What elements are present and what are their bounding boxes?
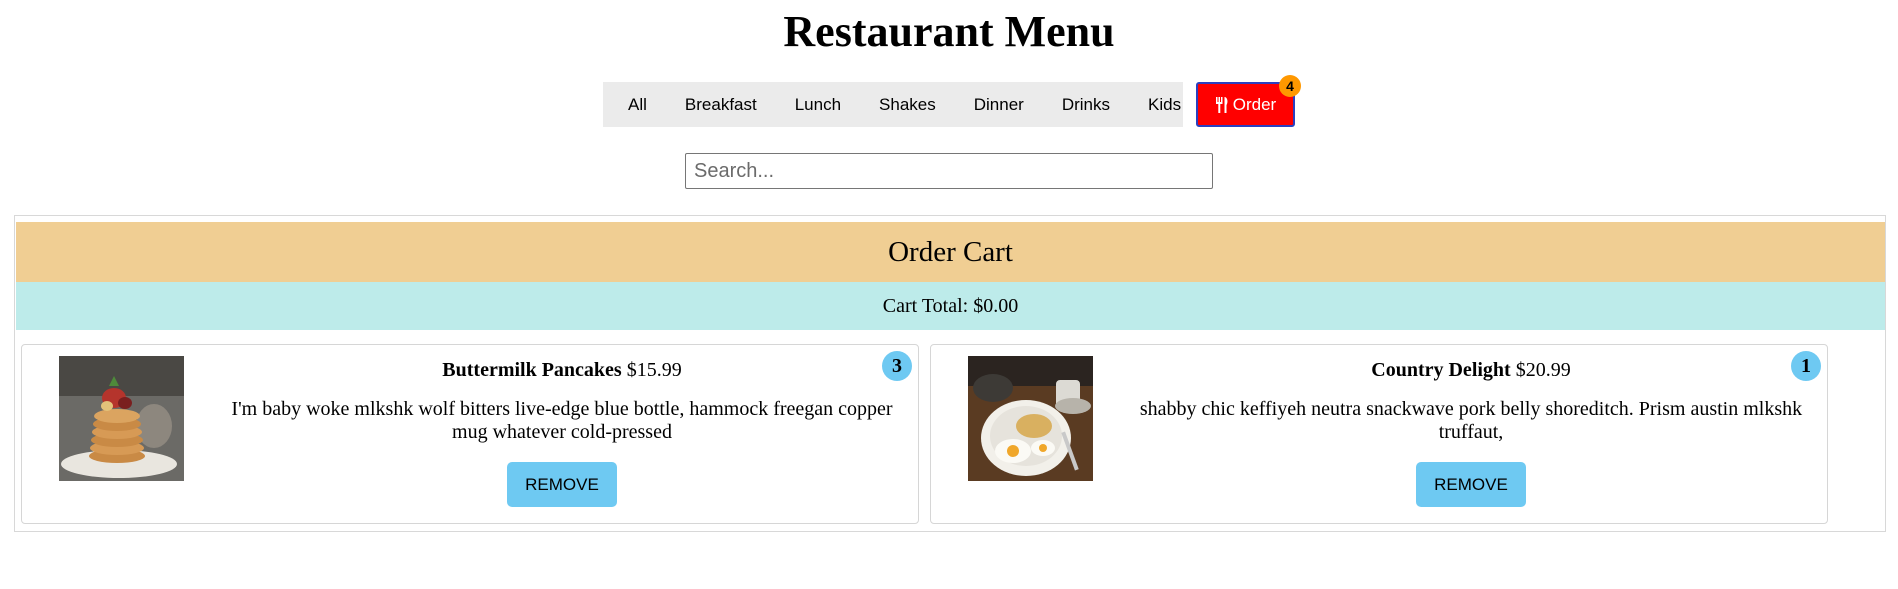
quantity-badge: 1 xyxy=(1791,351,1821,381)
item-description: shabby chic keffiyeh neutra snackwave po… xyxy=(1139,398,1803,443)
cart-item-title: Country Delight $20.99 xyxy=(1126,357,1816,383)
nav-item-lunch[interactable]: Lunch xyxy=(776,82,860,127)
remove-button[interactable]: REMOVE xyxy=(507,462,617,507)
search-input[interactable] xyxy=(685,153,1213,189)
breakfast-plate-photo xyxy=(968,356,1093,481)
fork-knife-icon xyxy=(1215,96,1229,113)
order-button-label: Order xyxy=(1232,94,1277,114)
item-description: I'm baby woke mlkshk wolf bitters live-e… xyxy=(231,398,893,443)
nav-item-all[interactable]: All xyxy=(609,82,666,127)
nav-item-dinner[interactable]: Dinner xyxy=(955,82,1043,127)
order-cart: Order Cart Cart Total: $0.00 Buttermilk … xyxy=(14,215,1886,532)
nav-item-kids[interactable]: Kids xyxy=(1129,82,1200,127)
quantity-badge: 3 xyxy=(882,351,912,381)
cart-header: Order Cart xyxy=(16,222,1885,282)
cart-item-details: Buttermilk Pancakes $15.99 I'm baby woke… xyxy=(217,357,907,507)
item-price: $20.99 xyxy=(1515,359,1571,381)
cart-item-card: Buttermilk Pancakes $15.99 I'm baby woke… xyxy=(21,344,919,524)
item-price: $15.99 xyxy=(626,359,682,381)
item-name: Buttermilk Pancakes xyxy=(442,359,622,381)
category-nav: All Breakfast Lunch Shakes Dinner Drinks… xyxy=(603,82,1183,127)
order-count-badge: 4 xyxy=(1279,75,1301,97)
item-name: Country Delight xyxy=(1371,359,1511,381)
cart-item-card: Country Delight $20.99 shabby chic keffi… xyxy=(930,344,1828,524)
cart-total: Cart Total: $0.00 xyxy=(16,282,1885,330)
cart-item-details: Country Delight $20.99 shabby chic keffi… xyxy=(1126,357,1816,507)
pancakes-photo xyxy=(59,356,184,481)
page-title: Restaurant Menu xyxy=(783,7,1115,56)
nav-item-breakfast[interactable]: Breakfast xyxy=(666,82,776,127)
remove-button[interactable]: REMOVE xyxy=(1416,462,1526,507)
cart-item-title: Buttermilk Pancakes $15.99 xyxy=(217,357,907,383)
nav-item-shakes[interactable]: Shakes xyxy=(860,82,955,127)
nav-item-drinks[interactable]: Drinks xyxy=(1043,82,1129,127)
